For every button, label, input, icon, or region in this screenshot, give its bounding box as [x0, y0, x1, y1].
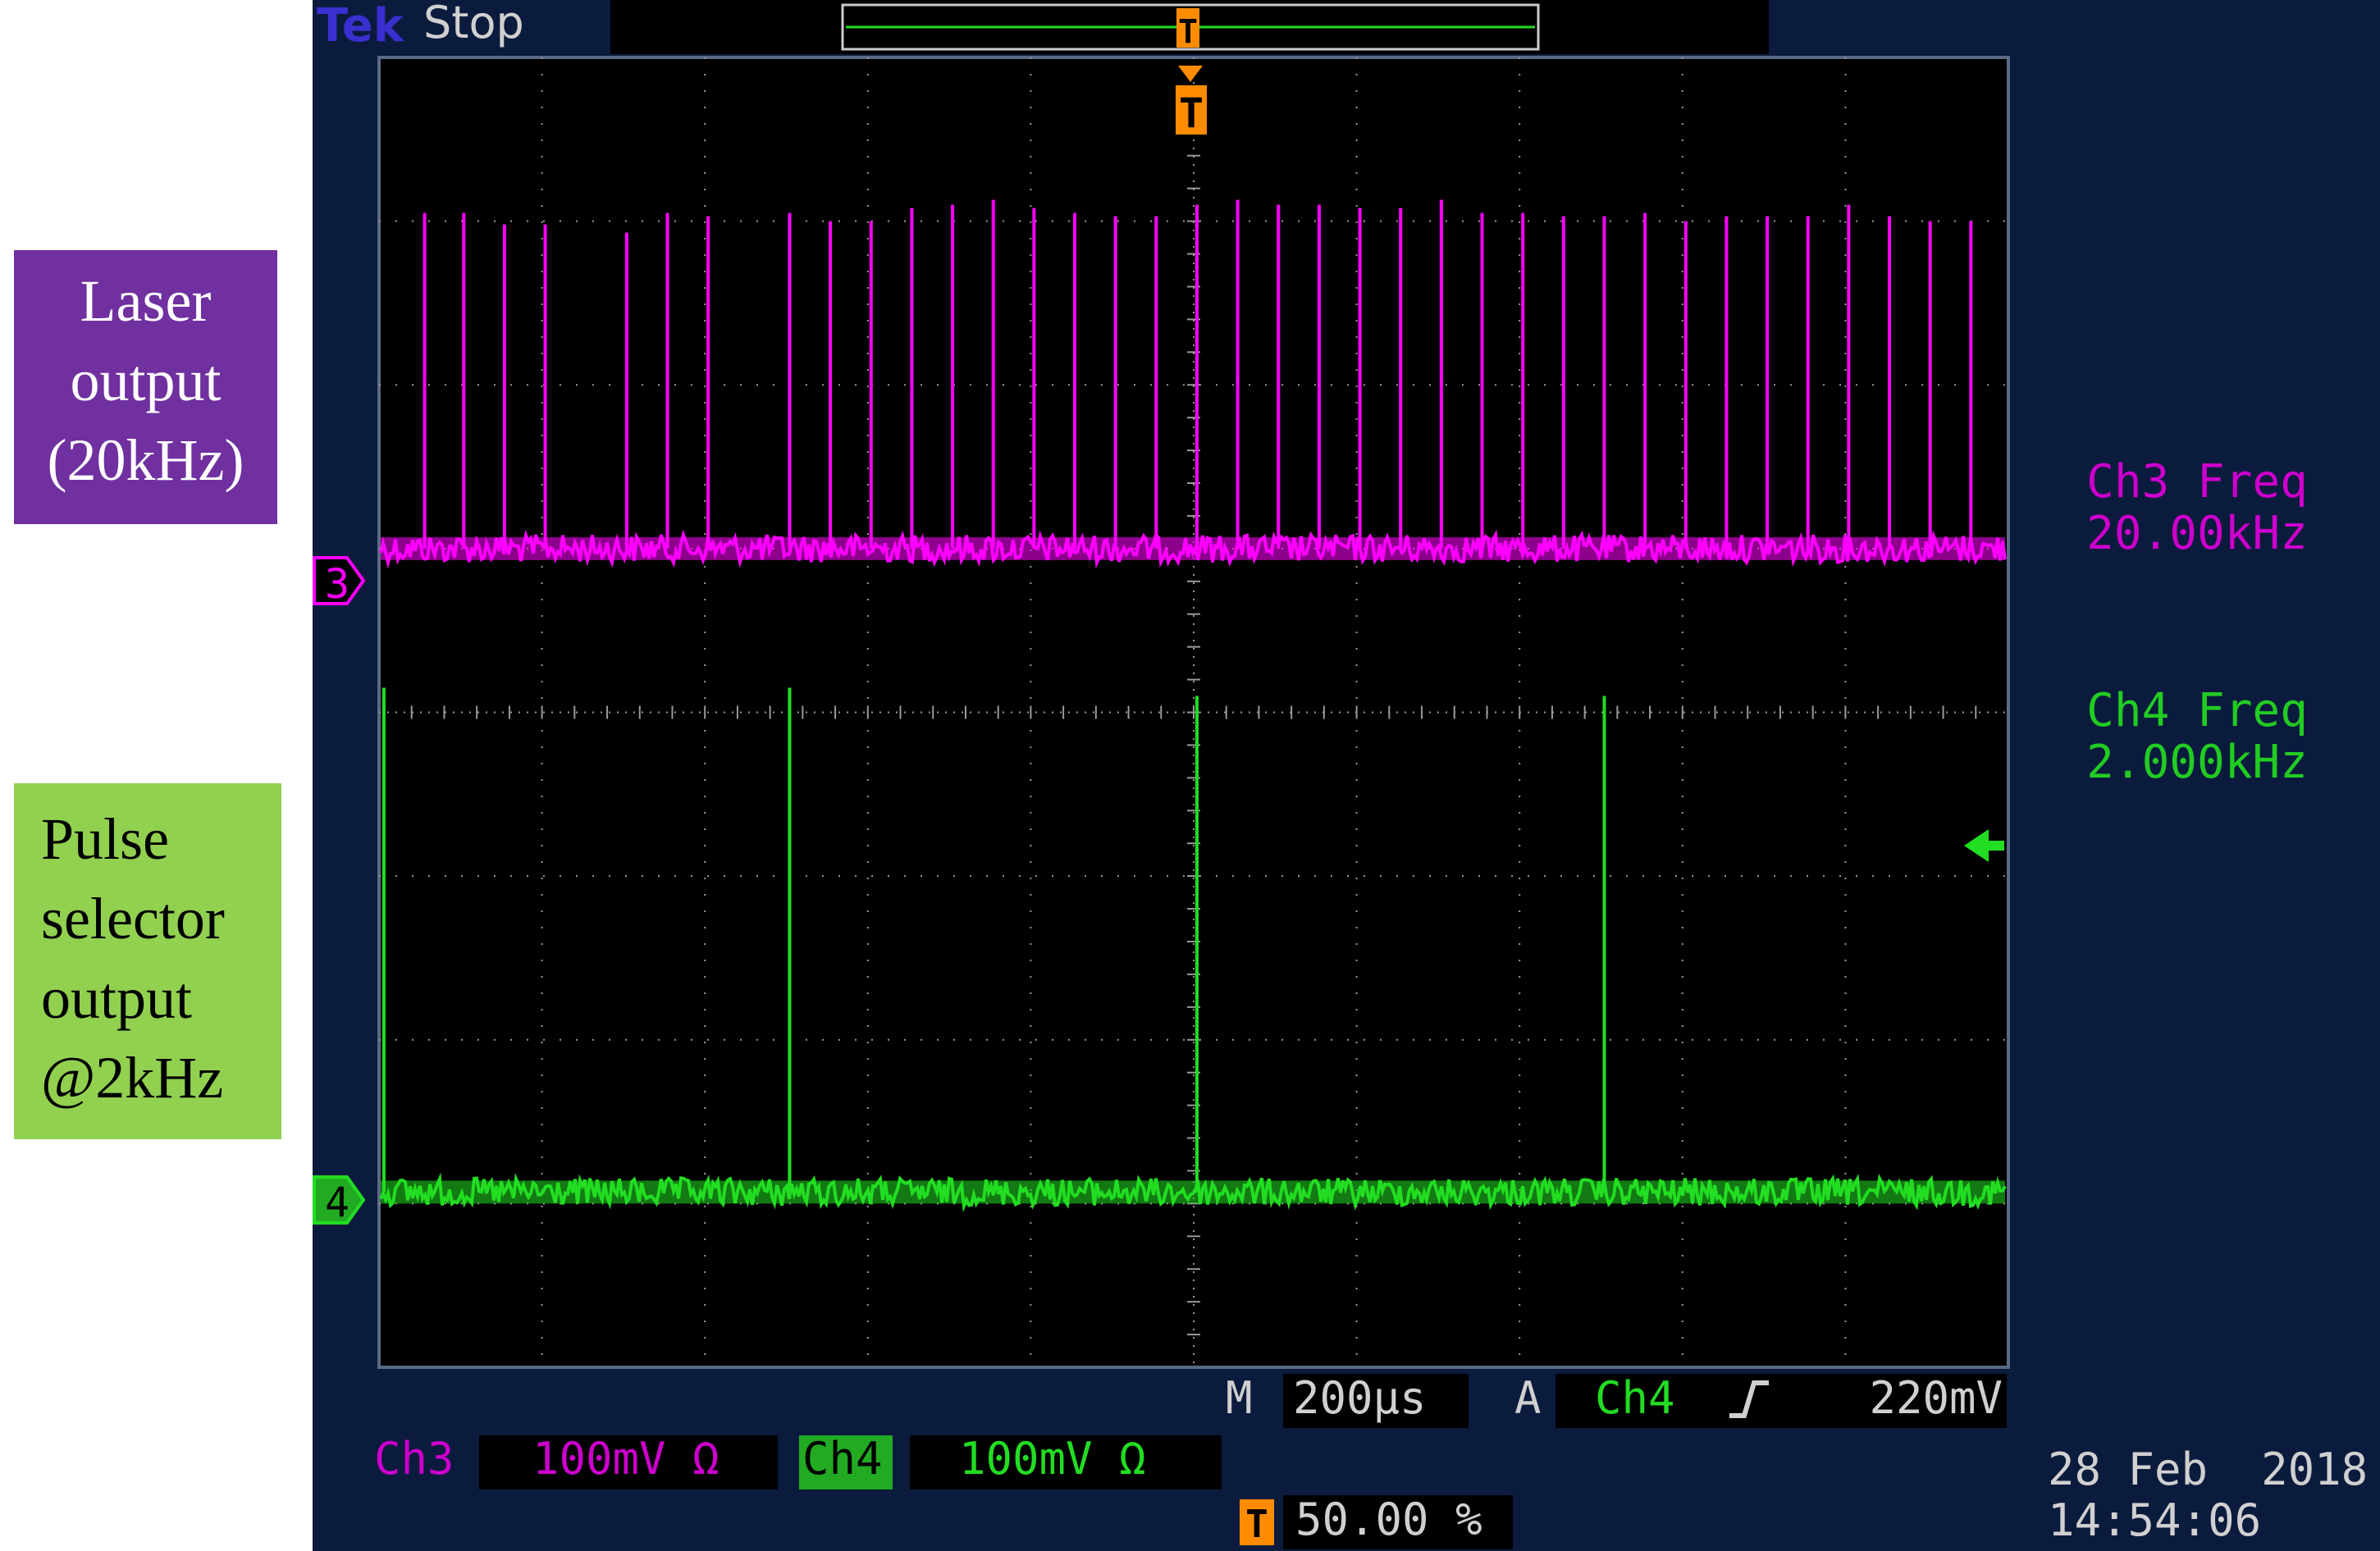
ch3-freq-value: 20.00kHz — [2086, 507, 2308, 560]
pulse-label-line: @2kHz — [41, 1045, 224, 1111]
trigger-pos-glyph: T — [1245, 1502, 1268, 1546]
capture-time: 14:54:06 — [2048, 1494, 2261, 1546]
ch3-marker-label: 3 — [325, 560, 349, 608]
baseline-band — [381, 536, 2005, 560]
laser-output-label: Laser output (20kHz) — [14, 250, 277, 524]
laser-label-line: Laser — [80, 268, 212, 334]
ch3-setting-label: Ch3 — [374, 1433, 455, 1485]
pulse-selector-label: Pulse selector output @2kHz — [14, 783, 281, 1139]
oscilloscope-screen: Tek Stop T T 3 4 Ch3 Freq 20.00kHz Ch4 F… — [313, 0, 2380, 1551]
pulse-label-line: selector — [41, 886, 225, 951]
baseline-band — [381, 1180, 2005, 1204]
ch4-setting-label: Ch4 — [802, 1433, 883, 1485]
ch4-setting-value: 100mV Ω — [959, 1433, 1146, 1485]
ch4-ground-marker: 4 — [313, 1175, 366, 1226]
ch4-freq-value: 2.000kHz — [2086, 736, 2308, 789]
trigger-position-value: 50.00 % — [1295, 1494, 1482, 1545]
ch4-freq-label: Ch4 Freq — [2086, 684, 2308, 737]
record-trigger-icon: T — [1176, 8, 1199, 51]
timebase-prefix: M — [1226, 1372, 1253, 1424]
laser-label-line: (20kHz) — [47, 427, 244, 493]
ch4-marker-label: 4 — [325, 1179, 349, 1226]
pulse-label-line: Pulse — [41, 806, 170, 872]
record-trigger-glyph: T — [1178, 13, 1198, 51]
trigger-level: 220mV — [1869, 1372, 2003, 1424]
trigger-source: Ch4 — [1595, 1372, 1675, 1424]
ch3-setting-value: 100mV Ω — [532, 1433, 719, 1485]
laser-label-line: output — [70, 348, 222, 413]
timebase-value: 200µs — [1293, 1372, 1427, 1424]
brand-logo: Tek — [317, 0, 405, 52]
trigger-position-glyph: T — [1179, 89, 1204, 137]
acquisition-state: Stop — [423, 0, 524, 48]
pulse-label-line: output — [41, 965, 193, 1031]
ch3-ground-marker: 3 — [313, 556, 366, 608]
oscilloscope-display: Tek Stop T T 3 4 Ch3 Freq 20.00kHz Ch4 F… — [313, 0, 2368, 1549]
capture-date: 28 Feb 2018 — [2048, 1444, 2368, 1495]
trigger-level-arrow-tail — [1986, 841, 2004, 851]
trigger-prefix: A — [1514, 1372, 1542, 1424]
ch3-freq-label: Ch3 Freq — [2086, 455, 2308, 509]
